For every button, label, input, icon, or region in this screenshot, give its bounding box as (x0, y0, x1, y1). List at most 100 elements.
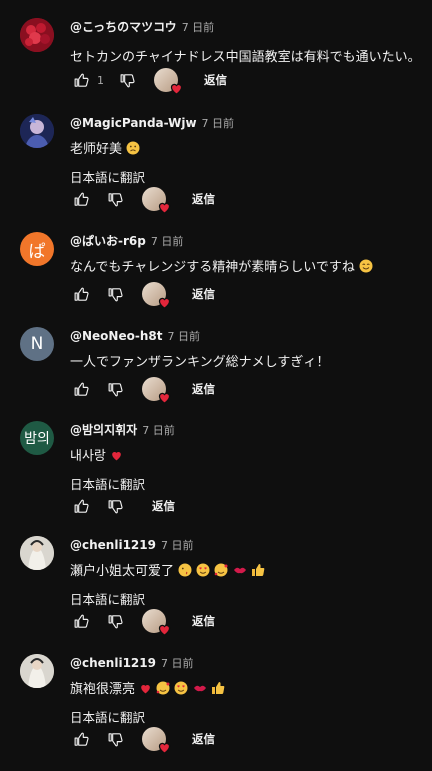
comment-author[interactable]: @こっちのマツコウ (70, 20, 177, 34)
comment-time[interactable]: 7 日前 (167, 330, 200, 343)
thumbs-up-icon (73, 381, 90, 398)
avatar[interactable] (20, 114, 54, 148)
translate-link[interactable]: 日本語に翻訳 (70, 168, 426, 188)
comment-actions: 返信 (70, 376, 215, 402)
thumbs-up-icon (73, 613, 90, 630)
dislike-button[interactable] (104, 728, 126, 750)
creator-heart-badge (142, 377, 166, 401)
reply-button[interactable]: 返信 (192, 613, 215, 629)
avatar[interactable] (20, 654, 54, 688)
creator-heart-badge (142, 727, 166, 751)
comment-text: 一人でファンザランキング総ナメしすぎィ！ (70, 355, 330, 370)
like-button[interactable] (70, 69, 92, 91)
thumbs-up-emoji (211, 681, 225, 702)
heart-icon (157, 295, 172, 310)
red-heart-emoji (139, 682, 152, 702)
like-button[interactable] (70, 495, 92, 517)
smile-emoji (359, 259, 373, 280)
comment-author[interactable]: @chenli1219 (70, 656, 156, 670)
avatar-letter: N (30, 334, 44, 354)
comment-actions: 返信 (70, 726, 215, 752)
avatar[interactable] (20, 536, 54, 570)
comment-text: 내사랑 (70, 447, 426, 469)
dislike-button[interactable] (116, 69, 138, 91)
avatar[interactable]: ぱ (20, 232, 54, 266)
comment-time[interactable]: 7 日前 (151, 235, 184, 248)
avatar-letter: ぱ (28, 241, 46, 262)
dislike-button[interactable] (104, 188, 126, 210)
like-button[interactable] (70, 283, 92, 305)
like-count: 1 (97, 73, 104, 87)
heart-icon (169, 81, 184, 96)
heart-eyes-emoji (174, 681, 188, 702)
translate-link[interactable]: 日本語に翻訳 (70, 590, 426, 610)
translate-link[interactable]: 日本語に翻訳 (70, 708, 426, 728)
reply-button[interactable]: 返信 (192, 191, 215, 207)
thumbs-up-icon (73, 286, 90, 303)
comment-text: 瀬户小姐太可爱了 (70, 562, 426, 584)
comment-time[interactable]: 7 日前 (202, 117, 235, 130)
thumbs-down-icon (107, 191, 124, 208)
smiling-hearts-emoji (214, 563, 228, 584)
comment-time[interactable]: 7 日前 (182, 21, 215, 34)
comment-actions: 返信 (70, 493, 175, 519)
comment-author[interactable]: @chenli1219 (70, 538, 156, 552)
translate-link[interactable]: 日本語に翻訳 (70, 475, 426, 495)
comment-time[interactable]: 7 日前 (161, 539, 194, 552)
reply-button[interactable]: 返信 (192, 286, 215, 302)
comment-text-content: 瀬户小姐太可爱了 (70, 564, 175, 579)
comment-time[interactable]: 7 日前 (161, 657, 194, 670)
kiss-emoji (178, 563, 192, 584)
creator-heart-badge (154, 68, 178, 92)
comment-author[interactable]: @NeoNeo-h8t (70, 329, 162, 343)
comment-text-content: 旗袍很漂亮 (70, 682, 136, 697)
reply-button[interactable]: 返信 (204, 72, 227, 88)
thumbs-up-icon (73, 72, 90, 89)
comment-text: セトカンのチャイナドレス中国語教室は有料でも通いたい。 (70, 50, 421, 65)
dislike-button[interactable] (104, 378, 126, 400)
dislike-button[interactable] (104, 610, 126, 632)
comment-text: なんでもチャレンジする精神が素晴らしいですね (70, 258, 426, 280)
heart-icon (157, 740, 172, 755)
thumbs-down-icon (107, 731, 124, 748)
lips-emoji (193, 681, 207, 702)
thumbs-up-icon (73, 498, 90, 515)
like-button[interactable] (70, 610, 92, 632)
dislike-button[interactable] (104, 495, 126, 517)
comment-author[interactable]: @MagicPanda-Wjw (70, 116, 197, 130)
comment-actions: 返信 (70, 608, 215, 634)
reply-button[interactable]: 返信 (192, 381, 215, 397)
creator-heart-badge (142, 282, 166, 306)
like-button[interactable] (70, 378, 92, 400)
thumbs-down-icon (107, 498, 124, 515)
heart-eyes-emoji (196, 563, 210, 584)
comment-actions: 1 返信 (70, 67, 227, 93)
like-button[interactable] (70, 188, 92, 210)
thumbs-down-icon (107, 381, 124, 398)
avatar[interactable]: 밤의 (20, 421, 54, 455)
avatar[interactable] (20, 18, 54, 52)
thumbs-down-icon (107, 286, 124, 303)
avatar[interactable]: N (20, 327, 54, 361)
thumbs-down-icon (107, 613, 124, 630)
creator-heart-badge (142, 609, 166, 633)
comment-actions: 返信 (70, 281, 215, 307)
comment-actions: 返信 (70, 186, 215, 212)
reply-button[interactable]: 返信 (192, 731, 215, 747)
dislike-button[interactable] (104, 283, 126, 305)
sad-face-emoji (126, 141, 140, 162)
like-button[interactable] (70, 728, 92, 750)
avatar-letter: 밤의 (24, 431, 50, 447)
comment-text-content: 내사랑 (70, 449, 106, 464)
comment-text: 旗袍很漂亮 (70, 680, 426, 702)
thumbs-up-emoji (251, 563, 265, 584)
heart-icon (157, 622, 172, 637)
thumbs-up-icon (73, 191, 90, 208)
comment-text-content: 老师好美 (70, 142, 123, 157)
reply-button[interactable]: 返信 (152, 498, 175, 514)
comment-author[interactable]: @ぱいお-r6p (70, 234, 146, 248)
comment-author[interactable]: @밤의지휘자 (70, 423, 137, 437)
comment-time[interactable]: 7 日前 (142, 424, 175, 437)
thumbs-up-icon (73, 731, 90, 748)
comment-text-content: なんでもチャレンジする精神が素晴らしいですね (70, 260, 355, 275)
